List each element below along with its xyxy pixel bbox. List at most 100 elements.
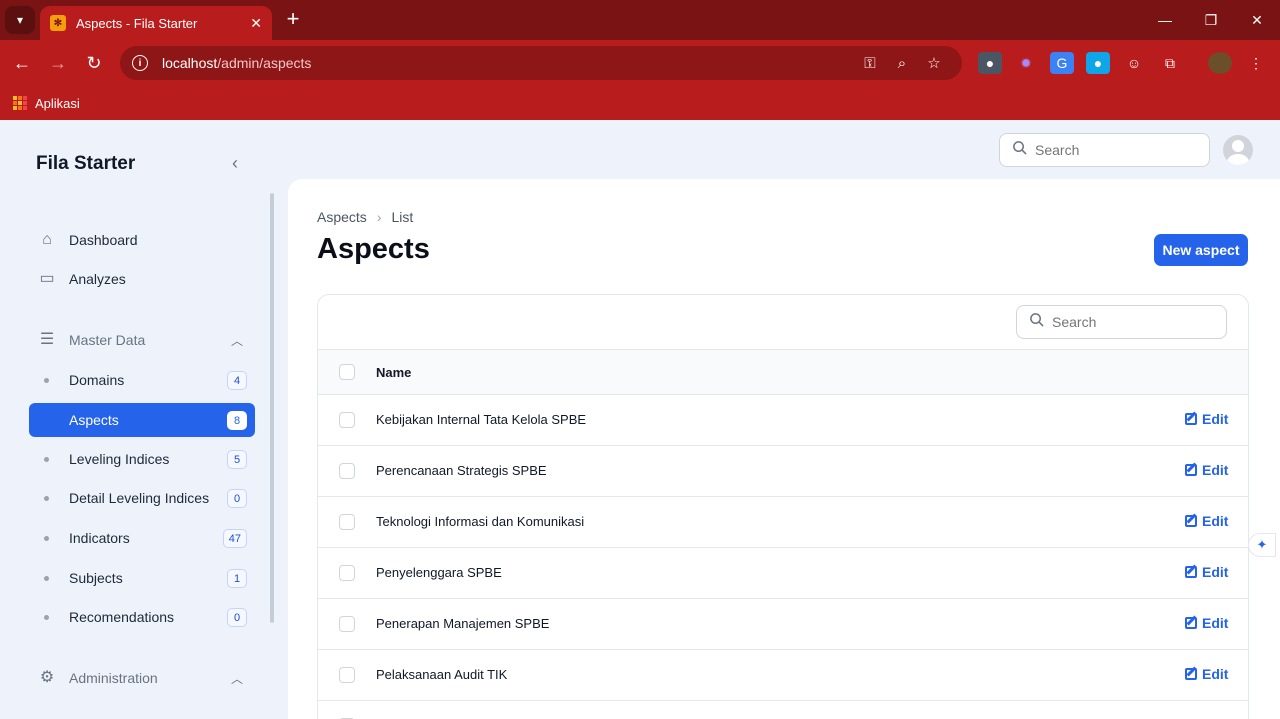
chevron-up-icon[interactable]: ︿ [231, 332, 243, 349]
translate-icon[interactable]: G [1050, 52, 1074, 74]
breadcrumb-aspects[interactable]: Aspects [317, 209, 367, 225]
bookmark-star-icon[interactable]: ☆ [918, 54, 950, 72]
user-avatar[interactable] [1223, 135, 1253, 165]
sidebar-item-label: Recomendations [69, 609, 175, 625]
row-name: Kebijakan Internal Tata Kelola SPBE [376, 412, 587, 427]
zoom-icon[interactable]: ⌕ [886, 55, 918, 72]
address-bar[interactable]: i localhost/admin/aspects ⚿ ⌕ ☆ [120, 46, 962, 80]
browser-toolbar: ← → ↻ i localhost/admin/aspects ⚿ ⌕ ☆ ● … [0, 40, 1280, 86]
edit-link[interactable]: Edit [1185, 513, 1228, 529]
count-badge: 5 [227, 450, 247, 469]
bullet-icon [44, 615, 49, 620]
collapse-sidebar-icon[interactable]: ‹ [232, 153, 238, 174]
edit-link[interactable]: Edit [1185, 666, 1228, 682]
table-row[interactable]: Penerapan Manajemen SPBE Edit [318, 599, 1248, 650]
edit-link[interactable]: Edit [1185, 615, 1228, 631]
bullet-icon [44, 378, 49, 383]
sidebar-scrollbar[interactable] [270, 193, 274, 623]
minimize-icon[interactable]: — [1142, 0, 1188, 40]
favicon-icon: ✻ [50, 15, 66, 31]
edit-link[interactable]: Edit [1185, 411, 1228, 427]
table-row[interactable] [318, 701, 1248, 719]
new-tab-button[interactable]: + [282, 8, 304, 32]
row-name: Penyelenggara SPBE [376, 565, 502, 580]
chevron-up-icon[interactable]: ︿ [231, 670, 243, 687]
row-checkbox[interactable] [339, 667, 355, 683]
sidebar-item-label: Aspects [69, 412, 119, 428]
restore-icon[interactable]: ❐ [1188, 0, 1234, 40]
row-name: Teknologi Informasi dan Komunikasi [376, 514, 585, 529]
tab-title: Aspects - Fila Starter [76, 15, 198, 31]
sidebar-item-label: Detail Leveling Indices [69, 490, 210, 506]
count-badge: 0 [227, 608, 247, 627]
site-info-icon[interactable]: i [132, 55, 148, 71]
url-text[interactable]: localhost/admin/aspects [162, 55, 854, 71]
sidebar-item-analyzes[interactable]: ▭ Analyzes [29, 262, 255, 296]
row-checkbox[interactable] [339, 463, 355, 479]
tab-search-button[interactable]: ▾ [5, 6, 35, 34]
breadcrumb-list: List [391, 209, 414, 225]
chevron-right-icon: › [376, 209, 382, 225]
floating-assistant-icon[interactable]: ✦ [1248, 533, 1276, 557]
table-row[interactable]: Penyelenggara SPBE Edit [318, 548, 1248, 599]
new-aspect-button[interactable]: New aspect [1154, 234, 1248, 266]
main-content: Aspects › List Aspects New aspect Name K… [288, 179, 1280, 719]
edit-icon [1185, 668, 1197, 680]
sidebar-item-label: Indicators [69, 530, 130, 546]
row-checkbox[interactable] [339, 514, 355, 530]
sidebar-item-leveling-indices[interactable]: Leveling Indices 5 [29, 442, 255, 476]
extension-gear-icon[interactable]: ✹ [1014, 52, 1038, 74]
edit-icon [1185, 515, 1197, 527]
profile-avatar[interactable] [1208, 52, 1232, 74]
select-all-checkbox[interactable] [339, 364, 355, 380]
reload-icon[interactable]: ↻ [82, 51, 106, 75]
close-tab-icon[interactable]: ✕ [250, 15, 262, 32]
page-title: Aspects [317, 233, 430, 265]
table-search-input[interactable] [1052, 314, 1202, 330]
sidebar-item-indicators[interactable]: Indicators 47 [29, 521, 255, 555]
bookmark-apps[interactable]: Aplikasi [35, 96, 80, 111]
bullet-icon [44, 536, 49, 541]
sidebar-item-detail-leveling-indices[interactable]: Detail Leveling Indices 0 [29, 481, 255, 515]
table-row[interactable]: Pelaksanaan Audit TIK Edit [318, 650, 1248, 701]
row-checkbox[interactable] [339, 616, 355, 632]
sidebar-group-administration[interactable]: ⚙ Administration ︿ [29, 661, 255, 695]
browser-tab-active[interactable]: ✻ Aspects - Fila Starter ✕ [40, 6, 272, 40]
row-checkbox[interactable] [339, 412, 355, 428]
face-extension-icon[interactable]: ☺ [1122, 52, 1146, 74]
sidebar-item-label: Leveling Indices [69, 451, 170, 467]
row-name: Pelaksanaan Audit TIK [376, 667, 508, 682]
browser-tab-strip: ▾ ✻ Aspects - Fila Starter ✕ + — ❐ ✕ [0, 0, 1280, 40]
sidebar-item-recomendations[interactable]: Recomendations 0 [29, 600, 255, 634]
table-row[interactable]: Kebijakan Internal Tata Kelola SPBE Edit [318, 395, 1248, 446]
drop-extension-icon[interactable]: ● [1086, 52, 1110, 74]
sidebar-item-dashboard[interactable]: ⌂ Dashboard [29, 223, 255, 257]
back-icon[interactable]: ← [10, 51, 34, 75]
kebab-menu-icon[interactable]: ⋮ [1244, 52, 1268, 74]
row-checkbox[interactable] [339, 565, 355, 581]
table-header: Name [318, 349, 1248, 395]
edit-link[interactable]: Edit [1185, 462, 1228, 478]
global-search[interactable] [999, 133, 1210, 167]
sidebar-group-master-data[interactable]: ☰ Master Data ︿ [29, 323, 255, 357]
count-badge: 47 [222, 529, 247, 548]
close-window-icon[interactable]: ✕ [1234, 0, 1280, 40]
apps-grid-icon [13, 96, 27, 110]
table-search[interactable] [1016, 305, 1227, 339]
sidebar-item-domains[interactable]: Domains 4 [29, 363, 255, 397]
table-row[interactable]: Teknologi Informasi dan Komunikasi Edit [318, 497, 1248, 548]
extension-icon[interactable]: ● [978, 52, 1002, 74]
gear-icon: ⚙ [39, 669, 55, 686]
bullet-icon [44, 457, 49, 462]
sidebar-item-label: Domains [69, 372, 125, 388]
forward-icon[interactable]: → [46, 51, 70, 75]
extensions-row: ● ✹ G ● ☺ ⧉ ⋮ [978, 52, 1268, 74]
sidebar-item-aspects[interactable]: Aspects 8 [29, 403, 255, 437]
table-row[interactable]: Perencanaan Strategis SPBE Edit [318, 446, 1248, 497]
global-search-input[interactable] [1035, 142, 1185, 158]
edit-link[interactable]: Edit [1185, 564, 1228, 580]
password-key-icon[interactable]: ⚿ [854, 55, 886, 72]
sidebar-item-subjects[interactable]: Subjects 1 [29, 561, 255, 595]
column-header-name[interactable]: Name [376, 365, 411, 380]
puzzle-icon[interactable]: ⧉ [1158, 52, 1182, 74]
